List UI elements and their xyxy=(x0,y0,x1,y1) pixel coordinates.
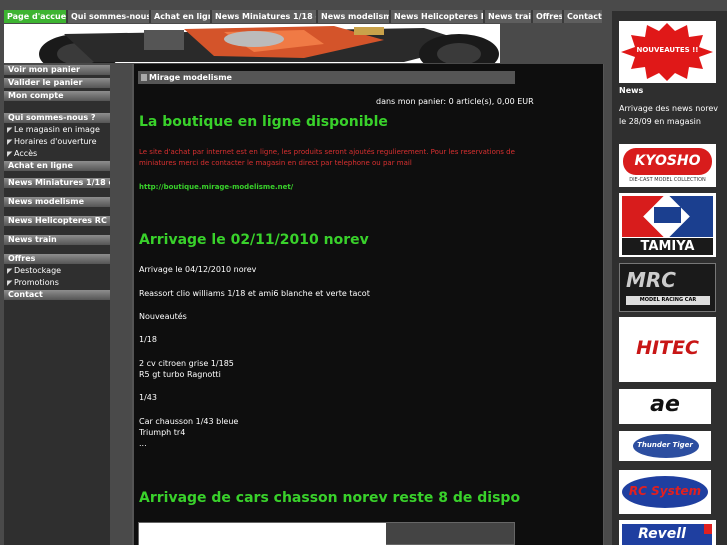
kyosho-logo[interactable]: KYOSHO DIE-CAST MODEL COLLECTION xyxy=(619,144,716,187)
mrc-logo[interactable]: MRC MODEL RACING CAR xyxy=(619,263,716,312)
boutique-link[interactable]: http://boutique.mirage-modelisme.net/ xyxy=(139,183,293,191)
news-line: ... xyxy=(139,439,147,448)
tab-news-train[interactable]: News train xyxy=(485,10,533,23)
ae-logo[interactable]: ae xyxy=(619,389,711,424)
sidebar-contact[interactable]: Contact xyxy=(4,290,110,300)
tab-offres[interactable]: Offres xyxy=(533,10,564,23)
news-line: 1/43 xyxy=(139,393,157,402)
revell-logo[interactable]: Revell xyxy=(619,520,716,545)
bullet-icon: ◤ xyxy=(7,138,13,146)
news-line: Car chausson 1/43 bleue xyxy=(139,417,239,426)
image-placeholder xyxy=(138,522,515,545)
bullet-icon: ◤ xyxy=(7,126,13,134)
content-header: Mirage modelisme xyxy=(138,71,515,84)
news-title: News xyxy=(619,86,644,95)
news-line: Nouveautés xyxy=(139,312,187,321)
news-line: Triumph tr4 xyxy=(139,428,186,437)
boutique-notice: Le site d'achat par internet est en lign… xyxy=(139,148,515,167)
heading-boutique: La boutique en ligne disponible xyxy=(139,114,388,130)
sidebar-sub-horaires[interactable]: ◤ Horaires d'ouverture xyxy=(4,136,110,148)
tab-news-helicopteres[interactable]: News Helicopteres RC xyxy=(391,10,485,23)
sidebar-sub-promotions[interactable]: ◤ Promotions xyxy=(4,277,110,289)
sidebar-news-train[interactable]: News train xyxy=(4,235,110,245)
news-line: Arrivage le 04/12/2010 norev xyxy=(139,265,257,274)
hitec-logo[interactable]: HITEC xyxy=(619,317,716,382)
tamiya-logo[interactable]: TAMIYA xyxy=(619,193,716,257)
tab-qui-sommes-nous[interactable]: Qui sommes-nous ? xyxy=(68,10,151,23)
sidebar-offres[interactable]: Offres xyxy=(4,254,110,264)
sidebar: Voir mon panier Valider le panier Mon co… xyxy=(4,65,110,545)
sidebar-sub-destockage[interactable]: ◤ Destockage xyxy=(4,265,110,277)
square-icon xyxy=(141,74,147,81)
sidebar-valider-panier[interactable]: Valider le panier xyxy=(4,78,110,88)
rc-system-logo[interactable]: RC System xyxy=(619,470,711,514)
sidebar-sub-acces[interactable]: ◤ Accès xyxy=(4,148,110,160)
tab-news-modelisme[interactable]: News modelisme xyxy=(318,10,391,23)
news-line: 2 cv citroen grise 1/185 xyxy=(139,359,234,368)
tab-achat-en-ligne[interactable]: Achat en ligne xyxy=(151,10,212,23)
sidebar-sub-magasin[interactable]: ◤ Le magasin en image xyxy=(4,124,110,136)
nouveautes-badge[interactable]: NOUVEAUTES !! xyxy=(619,21,716,83)
sidebar-voir-panier[interactable]: Voir mon panier xyxy=(4,65,110,75)
sidebar-news-miniatures[interactable]: News Miniatures 1/18 et 1/43 xyxy=(4,178,110,188)
cart-status[interactable]: dans mon panier: 0 article(s), 0,00 EUR xyxy=(376,97,534,106)
main-content xyxy=(132,64,604,545)
sidebar-news-helicopteres[interactable]: News Helicopteres RC xyxy=(4,216,110,226)
sidebar-qui-sommes-nous[interactable]: Qui sommes-nous ? xyxy=(4,113,110,123)
tab-news-miniatures[interactable]: News Miniatures 1/18 et 1/43 xyxy=(212,10,318,23)
thunder-tiger-logo[interactable]: Thunder Tiger xyxy=(619,431,711,461)
sidebar-news-modelisme[interactable]: News modelisme xyxy=(4,197,110,207)
content-header-title: Mirage modelisme xyxy=(149,73,232,82)
tab-accueil[interactable]: Page d'accueil xyxy=(4,10,68,23)
heading-arrivage-cars: Arrivage de cars chasson norev reste 8 d… xyxy=(139,490,521,506)
news-text: Arrivage des news norev le 28/09 en maga… xyxy=(619,104,719,126)
bullet-icon: ◤ xyxy=(7,279,13,287)
top-navigation: Page d'accueil Qui sommes-nous ? Achat e… xyxy=(4,10,602,23)
bullet-icon: ◤ xyxy=(7,267,13,275)
sidebar-achat-en-ligne[interactable]: Achat en ligne xyxy=(4,161,110,171)
tab-contact[interactable]: Contact xyxy=(564,10,602,23)
heading-arrivage-norev: Arrivage le 02/11/2010 norev xyxy=(139,232,369,248)
sidebar-mon-compte[interactable]: Mon compte xyxy=(4,91,110,101)
news-line: R5 gt turbo Ragnotti xyxy=(139,370,221,379)
bullet-icon: ◤ xyxy=(7,150,13,158)
header-banner xyxy=(4,24,500,63)
nouveautes-label: NOUVEAUTES !! xyxy=(636,46,699,54)
news-line: Reassort clio williams 1/18 et ami6 blan… xyxy=(139,289,370,298)
news-line: 1/18 xyxy=(139,335,157,344)
